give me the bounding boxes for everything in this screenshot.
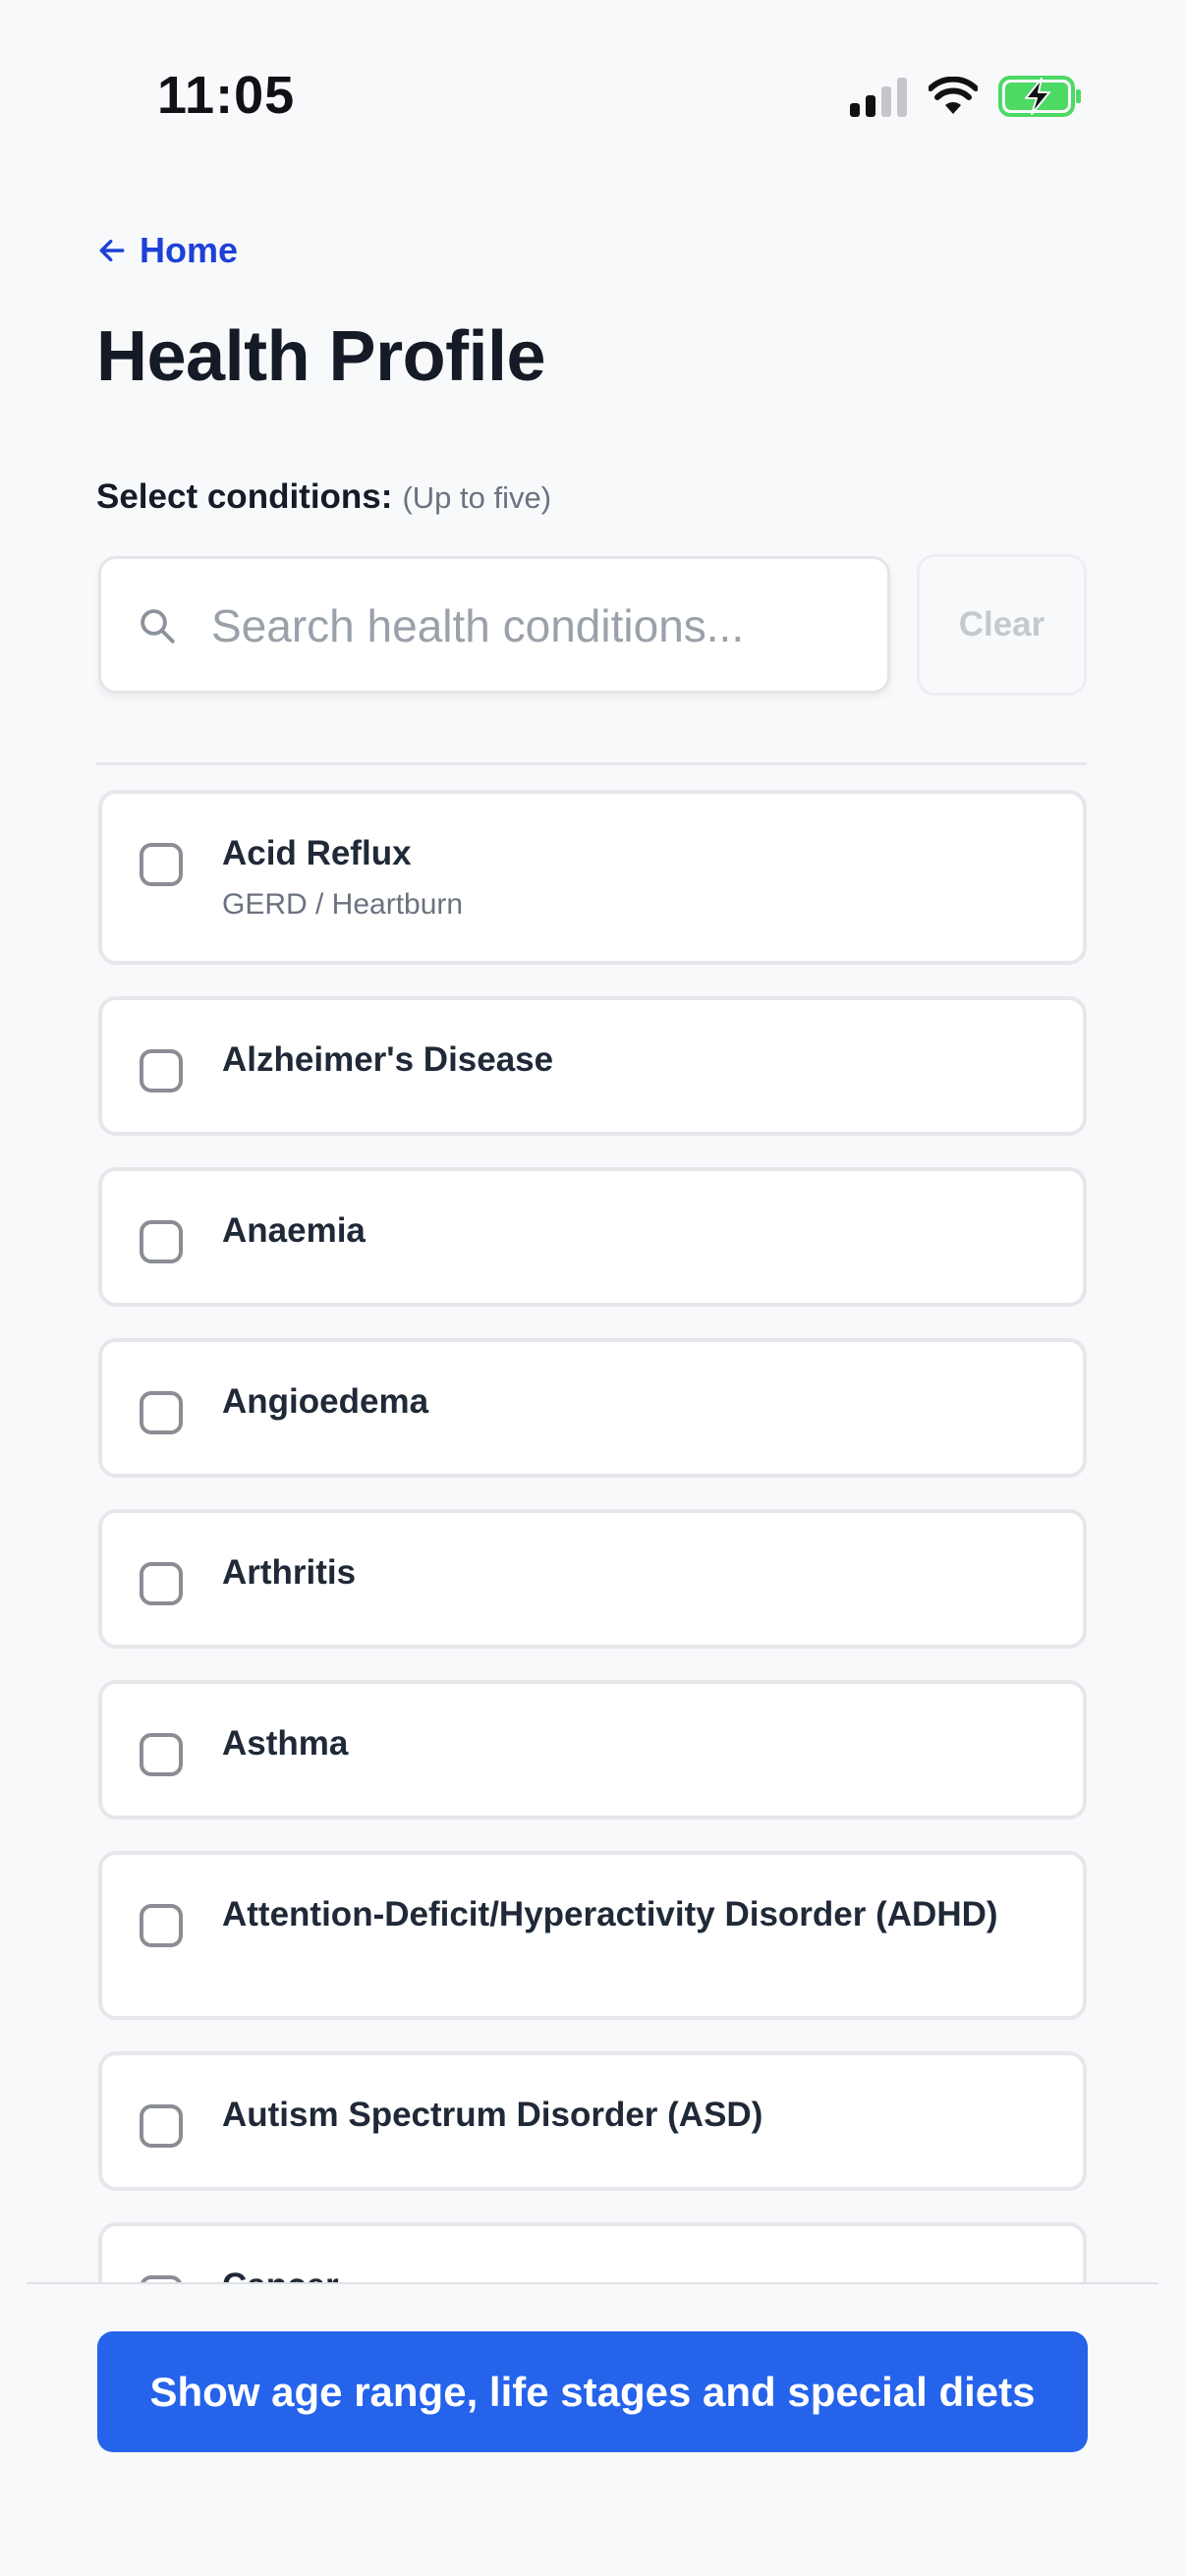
condition-name: Attention-Deficit/Hyperactivity Disorder… — [222, 1895, 998, 1933]
condition-subtitle: GERD / Heartburn — [222, 888, 464, 921]
condition-item-adhd[interactable]: Attention-Deficit/Hyperactivity Disorder… — [98, 1851, 1087, 2020]
condition-checkbox[interactable] — [140, 1733, 183, 1776]
condition-checkbox[interactable] — [140, 1049, 183, 1092]
conditions-label: Select conditions: (Up to five) — [96, 477, 551, 517]
condition-name: Acid Reflux — [222, 834, 412, 872]
clear-button[interactable]: Clear — [917, 554, 1087, 696]
back-link-label: Home — [140, 230, 239, 270]
search-input[interactable] — [209, 583, 862, 669]
condition-item-asthma[interactable]: Asthma — [98, 1680, 1087, 1820]
condition-name: Alzheimer's Disease — [222, 1040, 554, 1079]
condition-checkbox[interactable] — [140, 2275, 183, 2282]
arrow-left-icon — [99, 239, 125, 262]
status-time: 11:05 — [157, 66, 296, 125]
condition-checkbox[interactable] — [140, 1562, 183, 1605]
footer: Show age range, life stages and special … — [0, 2282, 1185, 2576]
cellular-signal-icon — [850, 78, 907, 117]
condition-item-cancer[interactable]: Cancer — [98, 2222, 1087, 2282]
search-box[interactable] — [98, 556, 890, 694]
condition-item-arthritis[interactable]: Arthritis — [98, 1509, 1087, 1649]
condition-name: Angioedema — [222, 1382, 429, 1421]
condition-name: Anaemia — [222, 1211, 366, 1250]
condition-name: Autism Spectrum Disorder (ASD) — [222, 2096, 763, 2134]
condition-name: Arthritis — [222, 1553, 357, 1592]
show-age-range-button[interactable]: Show age range, life stages and special … — [97, 2331, 1088, 2452]
page-title: Health Profile — [96, 317, 546, 396]
condition-checkbox[interactable] — [140, 1220, 183, 1263]
battery-charging-icon — [998, 76, 1081, 117]
back-home-link[interactable]: Home — [96, 230, 238, 271]
conditions-limit-hint: (Up to five) — [402, 480, 552, 515]
wifi-icon — [929, 77, 978, 114]
condition-name: Cancer — [222, 2264, 1044, 2282]
condition-checkbox[interactable] — [140, 843, 183, 886]
status-bar: 11:05 — [0, 0, 1185, 187]
divider — [96, 762, 1087, 765]
condition-item-acid-reflux[interactable]: Acid Reflux GERD / Heartburn — [98, 790, 1087, 965]
condition-item-anaemia[interactable]: Anaemia — [98, 1167, 1087, 1307]
footer-divider — [27, 2282, 1158, 2284]
search-icon — [141, 609, 175, 644]
conditions-label-text: Select conditions: — [96, 477, 393, 516]
condition-checkbox[interactable] — [140, 1391, 183, 1434]
condition-item-alzheimers[interactable]: Alzheimer's Disease — [98, 996, 1087, 1136]
conditions-list[interactable]: Acid Reflux GERD / Heartburn Alzheimer's… — [0, 776, 1185, 2282]
condition-item-asd[interactable]: Autism Spectrum Disorder (ASD) — [98, 2051, 1087, 2191]
condition-name: Asthma — [222, 1724, 349, 1763]
condition-checkbox[interactable] — [140, 2104, 183, 2148]
condition-item-angioedema[interactable]: Angioedema — [98, 1338, 1087, 1478]
condition-checkbox[interactable] — [140, 1904, 183, 1947]
